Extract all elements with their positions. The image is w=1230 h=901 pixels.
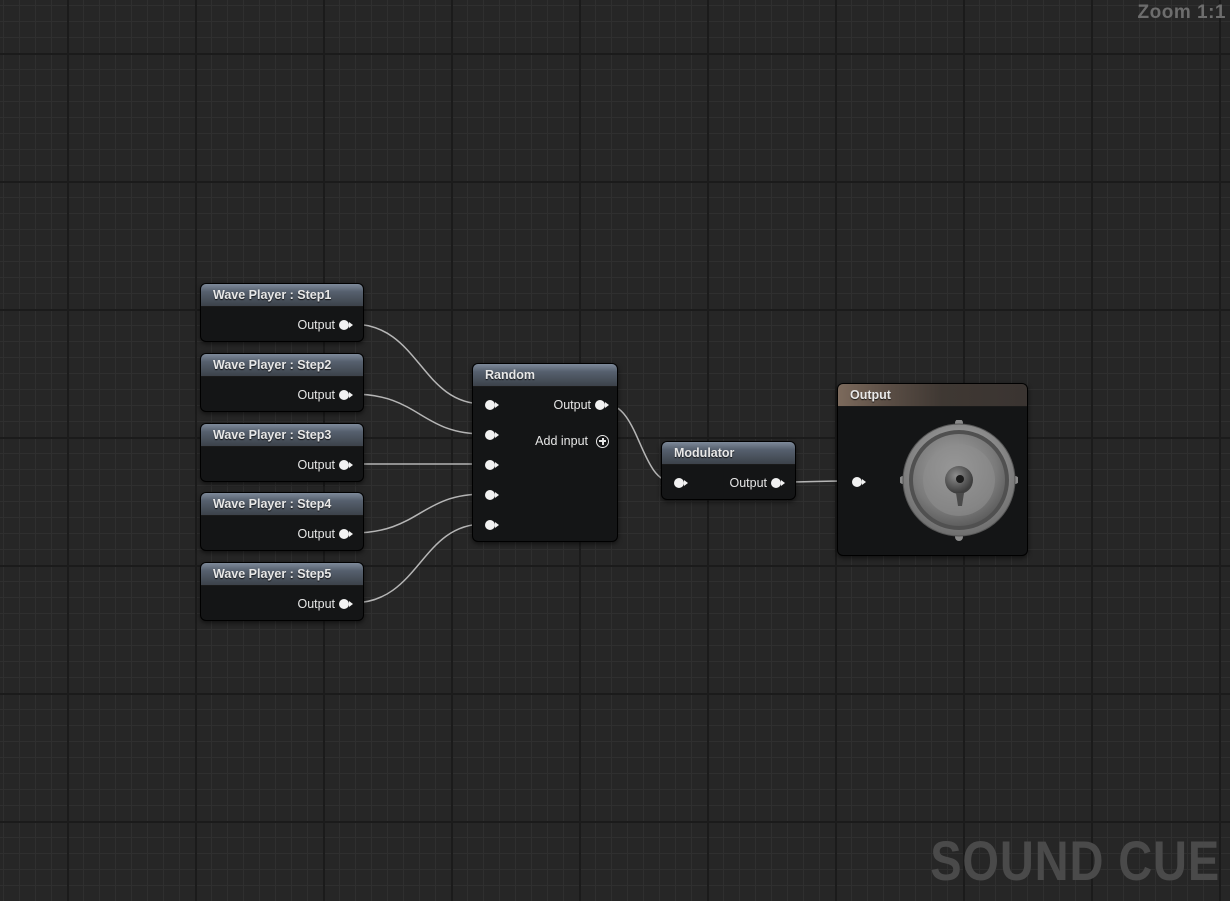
modulator-output-pin-row: Output: [729, 475, 785, 491]
random-input-pin-1: [485, 397, 499, 413]
input-pin-icon[interactable]: [674, 478, 688, 488]
wave-player-node-step4[interactable]: Wave Player : Step4 Output: [200, 492, 364, 551]
modulator-node[interactable]: Modulator Output: [661, 441, 796, 500]
sound-cue-graph-canvas[interactable]: Zoom 1:1 SOUND CUE Wave Player : Step1 O…: [0, 0, 1230, 901]
random-input-pin-3: [485, 457, 499, 473]
output-pin-label: Output: [297, 527, 335, 541]
output-pin-label: Output: [297, 388, 335, 402]
output-pin-icon[interactable]: [339, 599, 353, 609]
wire-step2-to-random[interactable]: [351, 393, 485, 435]
output-pin-row: Output: [297, 317, 353, 333]
node-title: Output: [838, 384, 1027, 407]
wire-step1-to-random[interactable]: [351, 323, 485, 405]
input-pin-icon[interactable]: [485, 430, 499, 440]
input-pin-icon[interactable]: [852, 477, 866, 487]
add-input-label: Add input: [535, 434, 588, 448]
input-pin-icon[interactable]: [485, 460, 499, 470]
output-pin-label: Output: [297, 318, 335, 332]
input-pin-icon[interactable]: [485, 490, 499, 500]
speaker-icon: [900, 420, 1018, 541]
modulator-input-pin: [674, 475, 688, 491]
input-pin-icon[interactable]: [485, 400, 499, 410]
node-title: Wave Player : Step5: [201, 563, 363, 586]
output-pin-icon[interactable]: [339, 390, 353, 400]
output-pin-label: Output: [553, 398, 591, 412]
output-pin-icon[interactable]: [595, 400, 609, 410]
output-pin-label: Output: [297, 458, 335, 472]
node-title: Modulator: [662, 442, 795, 465]
node-title: Wave Player : Step2: [201, 354, 363, 377]
node-title: Wave Player : Step3: [201, 424, 363, 447]
sound-output-node[interactable]: Output: [837, 383, 1028, 556]
output-pin-row: Output: [297, 457, 353, 473]
graph-type-watermark: SOUND CUE: [930, 829, 1220, 892]
output-pin-row: Output: [297, 526, 353, 542]
node-title: Wave Player : Step4: [201, 493, 363, 516]
wave-player-node-step5[interactable]: Wave Player : Step5 Output: [200, 562, 364, 621]
output-pin-icon[interactable]: [339, 460, 353, 470]
output-pin-icon[interactable]: [339, 529, 353, 539]
output-pin-icon[interactable]: [771, 478, 785, 488]
output-pin-row: Output: [297, 387, 353, 403]
random-input-pin-2: [485, 427, 499, 443]
output-pin-icon[interactable]: [339, 320, 353, 330]
wire-step5-to-random[interactable]: [351, 523, 485, 604]
output-node-input-pin: [852, 474, 866, 490]
wave-player-node-step1[interactable]: Wave Player : Step1 Output: [200, 283, 364, 342]
node-title: Random: [473, 364, 617, 387]
output-pin-row: Output: [297, 596, 353, 612]
random-output-pin-row: Output: [553, 397, 609, 413]
wave-player-node-step2[interactable]: Wave Player : Step2 Output: [200, 353, 364, 412]
wave-player-node-step3[interactable]: Wave Player : Step3 Output: [200, 423, 364, 482]
random-input-pin-4: [485, 487, 499, 503]
output-pin-label: Output: [297, 597, 335, 611]
zoom-level-label: Zoom 1:1: [1137, 2, 1226, 23]
add-plus-icon[interactable]: [596, 434, 609, 448]
random-input-pin-5: [485, 517, 499, 533]
input-pin-icon[interactable]: [485, 520, 499, 530]
output-pin-label: Output: [729, 476, 767, 490]
random-node[interactable]: Random Output Add input: [472, 363, 618, 542]
node-title: Wave Player : Step1: [201, 284, 363, 307]
add-input-button[interactable]: Add input: [535, 433, 609, 449]
